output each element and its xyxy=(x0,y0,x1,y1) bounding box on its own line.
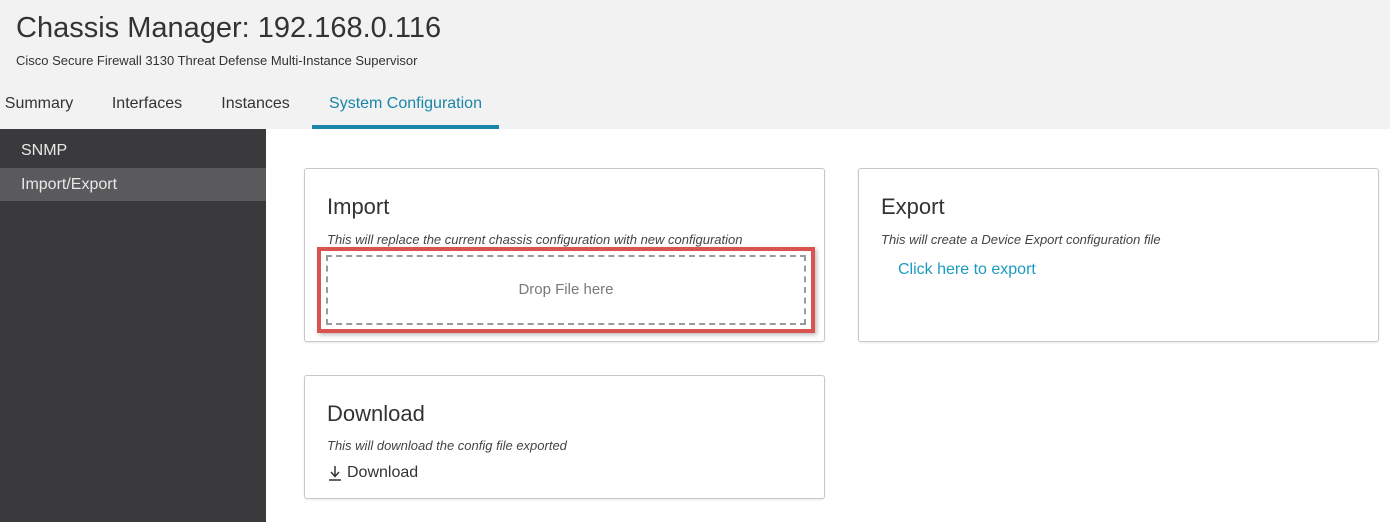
export-link[interactable]: Click here to export xyxy=(898,261,1036,279)
export-card-title: Export xyxy=(881,194,945,219)
tab-instances[interactable]: Instances xyxy=(218,82,293,129)
main-tabs: Summary Interfaces Instances System Conf… xyxy=(0,82,700,129)
page-title: Chassis Manager: 192.168.0.116 xyxy=(16,12,442,44)
export-card-description: This will create a Device Export configu… xyxy=(881,232,1161,247)
export-card: Export This will create a Device Export … xyxy=(858,168,1379,342)
tab-system-configuration[interactable]: System Configuration xyxy=(312,82,499,129)
sidebar-item-import-export[interactable]: Import/Export xyxy=(0,168,266,201)
download-card-description: This will download the config file expor… xyxy=(327,438,567,453)
download-card: Download This will download the config f… xyxy=(304,375,825,499)
tab-interfaces[interactable]: Interfaces xyxy=(108,82,186,129)
tab-summary[interactable]: Summary xyxy=(4,82,74,129)
import-card-description: This will replace the current chassis co… xyxy=(327,232,743,247)
download-icon xyxy=(327,464,343,482)
download-button[interactable]: Download xyxy=(327,462,418,484)
page-header: Chassis Manager: 192.168.0.116 Cisco Sec… xyxy=(0,0,1390,129)
sidebar-item-snmp[interactable]: SNMP xyxy=(0,134,266,167)
download-card-title: Download xyxy=(327,401,425,426)
drop-zone-highlight: Drop File here xyxy=(317,247,815,333)
page-subtitle: Cisco Secure Firewall 3130 Threat Defens… xyxy=(16,53,418,68)
sidebar: SNMP Import/Export xyxy=(0,129,266,522)
import-card-title: Import xyxy=(327,194,390,219)
download-button-label: Download xyxy=(347,464,419,481)
file-drop-zone[interactable]: Drop File here xyxy=(326,255,806,325)
import-card: Import This will replace the current cha… xyxy=(304,168,825,342)
